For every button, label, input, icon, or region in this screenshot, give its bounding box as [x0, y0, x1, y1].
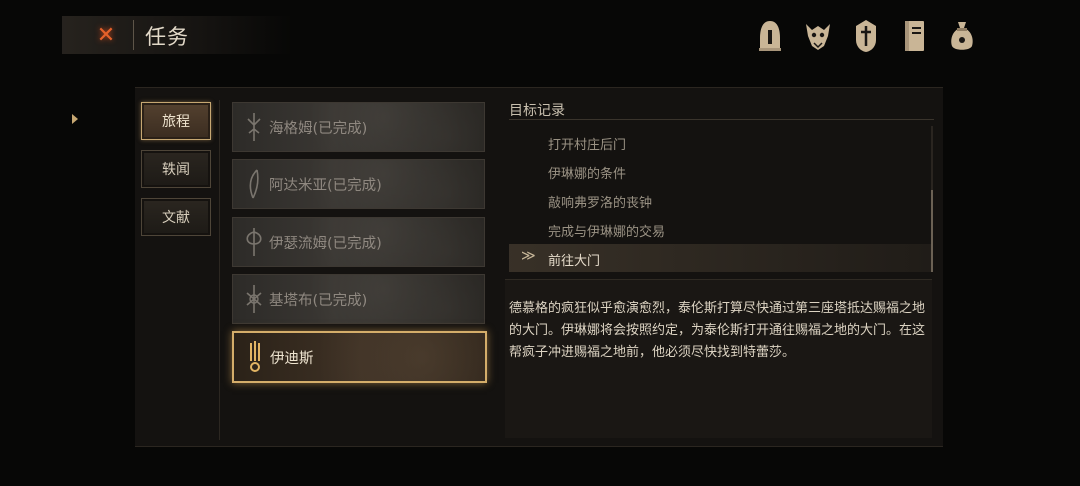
- objectives-list: 打开村庄后门 伊琳娜的条件 敲响弗罗洛的丧钟 完成与伊琳娜的交易 ≫ 前往大门: [509, 124, 931, 276]
- objective-item: 完成与伊琳娜的交易: [509, 215, 931, 243]
- objective-label: 伊琳娜的条件: [548, 167, 627, 182]
- knight-helm-icon[interactable]: [851, 16, 881, 56]
- objective-label: 打开村庄后门: [548, 138, 627, 153]
- active-tab-arrow-icon: [72, 114, 78, 124]
- quest-label: 伊迪斯: [270, 351, 314, 367]
- quest-item-adamiya[interactable]: 阿达米亚(已完成): [232, 159, 485, 209]
- objective-item: 打开村庄后门: [509, 128, 931, 156]
- journal-book-icon[interactable]: [899, 16, 929, 56]
- quest-item-yidisi[interactable]: 伊迪斯: [232, 331, 487, 383]
- beast-skull-icon[interactable]: [803, 16, 833, 56]
- objective-label: 完成与伊琳娜的交易: [548, 225, 666, 240]
- flame-sigil-icon: [250, 341, 260, 372]
- tab-journey[interactable]: 旅程: [141, 102, 211, 140]
- column-divider: [219, 100, 220, 440]
- helmet-icon[interactable]: [755, 16, 785, 56]
- objective-item-current: ≫ 前往大门: [509, 244, 931, 272]
- tab-documents-label: 文献: [162, 210, 190, 226]
- objectives-divider: [509, 119, 934, 120]
- quest-item-heigemu[interactable]: 海格姆(已完成): [232, 102, 485, 152]
- axe-sigil-icon: [246, 228, 262, 256]
- tab-documents[interactable]: 文献: [141, 198, 211, 236]
- sigil-icon: [247, 113, 261, 141]
- objectives-scroll-thumb[interactable]: [931, 190, 933, 272]
- objective-label: 前往大门: [548, 254, 601, 269]
- quest-label: 阿达米亚(已完成): [269, 178, 382, 194]
- quest-label: 伊瑟流姆(已完成): [269, 236, 382, 252]
- current-objective-arrow-icon: ≫: [521, 248, 536, 264]
- quest-description: 德慕格的疯狂似乎愈演愈烈，泰伦斯打算尽快通过第三座塔抵达赐福之地的大门。伊琳娜将…: [509, 301, 926, 360]
- ornate-sigil-icon: [246, 285, 262, 313]
- objective-label: 敲响弗罗洛的丧钟: [548, 196, 653, 211]
- quest-label: 海格姆(已完成): [269, 121, 368, 137]
- coin-pouch-icon[interactable]: [947, 16, 977, 56]
- tab-anecdotes[interactable]: 轶闻: [141, 150, 211, 188]
- page-title: 任务: [145, 25, 189, 49]
- tab-journey-label: 旅程: [162, 114, 190, 130]
- header-divider: [133, 20, 134, 50]
- objectives-header: 目标记录: [509, 103, 565, 119]
- quest-description-box: 德慕格的疯狂似乎愈演愈烈，泰伦斯打算尽快通过第三座塔抵达赐福之地的大门。伊琳娜将…: [505, 279, 932, 438]
- close-button[interactable]: ✕: [92, 22, 120, 50]
- objective-item: 敲响弗罗洛的丧钟: [509, 186, 931, 214]
- tab-anecdotes-label: 轶闻: [162, 162, 190, 178]
- objective-item: 伊琳娜的条件: [509, 157, 931, 185]
- quest-item-yiseliumu[interactable]: 伊瑟流姆(已完成): [232, 217, 485, 267]
- top-menu-icons: [755, 16, 977, 56]
- feather-sigil-icon: [249, 169, 259, 199]
- quest-label: 基塔布(已完成): [269, 293, 368, 309]
- close-x-icon: ✕: [96, 23, 116, 48]
- quest-item-jitabu[interactable]: 基塔布(已完成): [232, 274, 485, 324]
